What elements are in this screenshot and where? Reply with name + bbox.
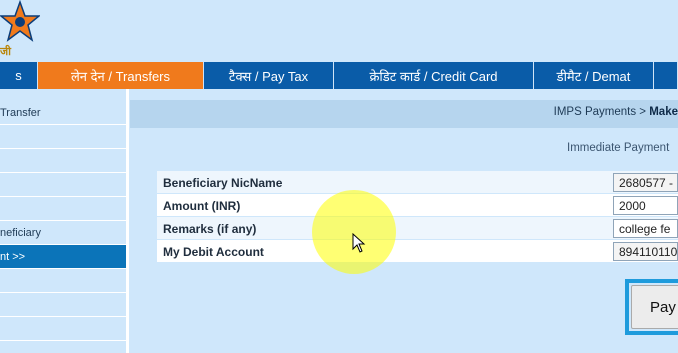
logo-text: जी: [0, 46, 12, 58]
mouse-cursor-icon: [352, 233, 366, 253]
star-logo-icon: [0, 0, 40, 42]
bank-logo[interactable]: जी: [0, 0, 44, 60]
sidebar-divider: [126, 89, 129, 353]
sidebar-item-transfer[interactable]: Transfer: [0, 101, 126, 125]
sidebar-item[interactable]: [0, 149, 126, 173]
sidebar-item[interactable]: [0, 317, 126, 341]
beneficiary-select[interactable]: 2680577 - Ma: [613, 173, 678, 192]
payment-form: Beneficiary NicName 2680577 - Ma Amount …: [157, 171, 678, 263]
remarks-label: Remarks (if any): [163, 222, 257, 236]
cursor-highlight: [312, 190, 396, 274]
nav-item-credit-card[interactable]: क्रेडिट कार्ड / Credit Card: [334, 62, 534, 89]
remarks-input[interactable]: college fe: [613, 219, 678, 238]
amount-label: Amount (INR): [163, 199, 241, 213]
nav-item-partial[interactable]: s: [0, 62, 38, 89]
nav-item-transfers[interactable]: लेन देन / Transfers: [38, 62, 204, 89]
amount-input[interactable]: 2000: [613, 196, 678, 215]
form-row: My Debit Account 89411011000: [157, 240, 678, 263]
nav-item-pay-tax[interactable]: टैक्स / Pay Tax: [204, 62, 334, 89]
breadcrumb: IMPS Payments > Make: [554, 106, 678, 118]
form-row: Remarks (if any) college fe: [157, 217, 678, 240]
sidebar-item[interactable]: [0, 269, 126, 293]
nav-item-demat[interactable]: डीमैट / Demat: [534, 62, 654, 89]
breadcrumb-bar: IMPS Payments > Make: [130, 100, 678, 128]
sidebar: Transfer neficiary nt >>: [0, 101, 126, 353]
nav-item-more[interactable]: [654, 62, 678, 89]
breadcrumb-path[interactable]: IMPS Payments >: [554, 106, 650, 118]
sidebar-item-beneficiary[interactable]: neficiary: [0, 221, 126, 245]
sidebar-item[interactable]: [0, 197, 126, 221]
sidebar-item[interactable]: [0, 125, 126, 149]
main-navigation: s लेन देन / Transfers टैक्स / Pay Tax क्…: [0, 62, 678, 89]
debit-account-select[interactable]: 89411011000: [613, 242, 678, 261]
section-title: Immediate Payment: [567, 142, 670, 154]
breadcrumb-current: Make: [649, 106, 678, 118]
pay-button[interactable]: Pay: [631, 285, 678, 329]
sidebar-item[interactable]: [0, 173, 126, 197]
sidebar-item-make-payment[interactable]: nt >>: [0, 245, 126, 269]
form-row: Beneficiary NicName 2680577 - Ma: [157, 171, 678, 194]
sidebar-item[interactable]: [0, 293, 126, 317]
form-row: Amount (INR) 2000: [157, 194, 678, 217]
beneficiary-label: Beneficiary NicName: [163, 176, 283, 190]
debit-account-label: My Debit Account: [163, 245, 264, 259]
